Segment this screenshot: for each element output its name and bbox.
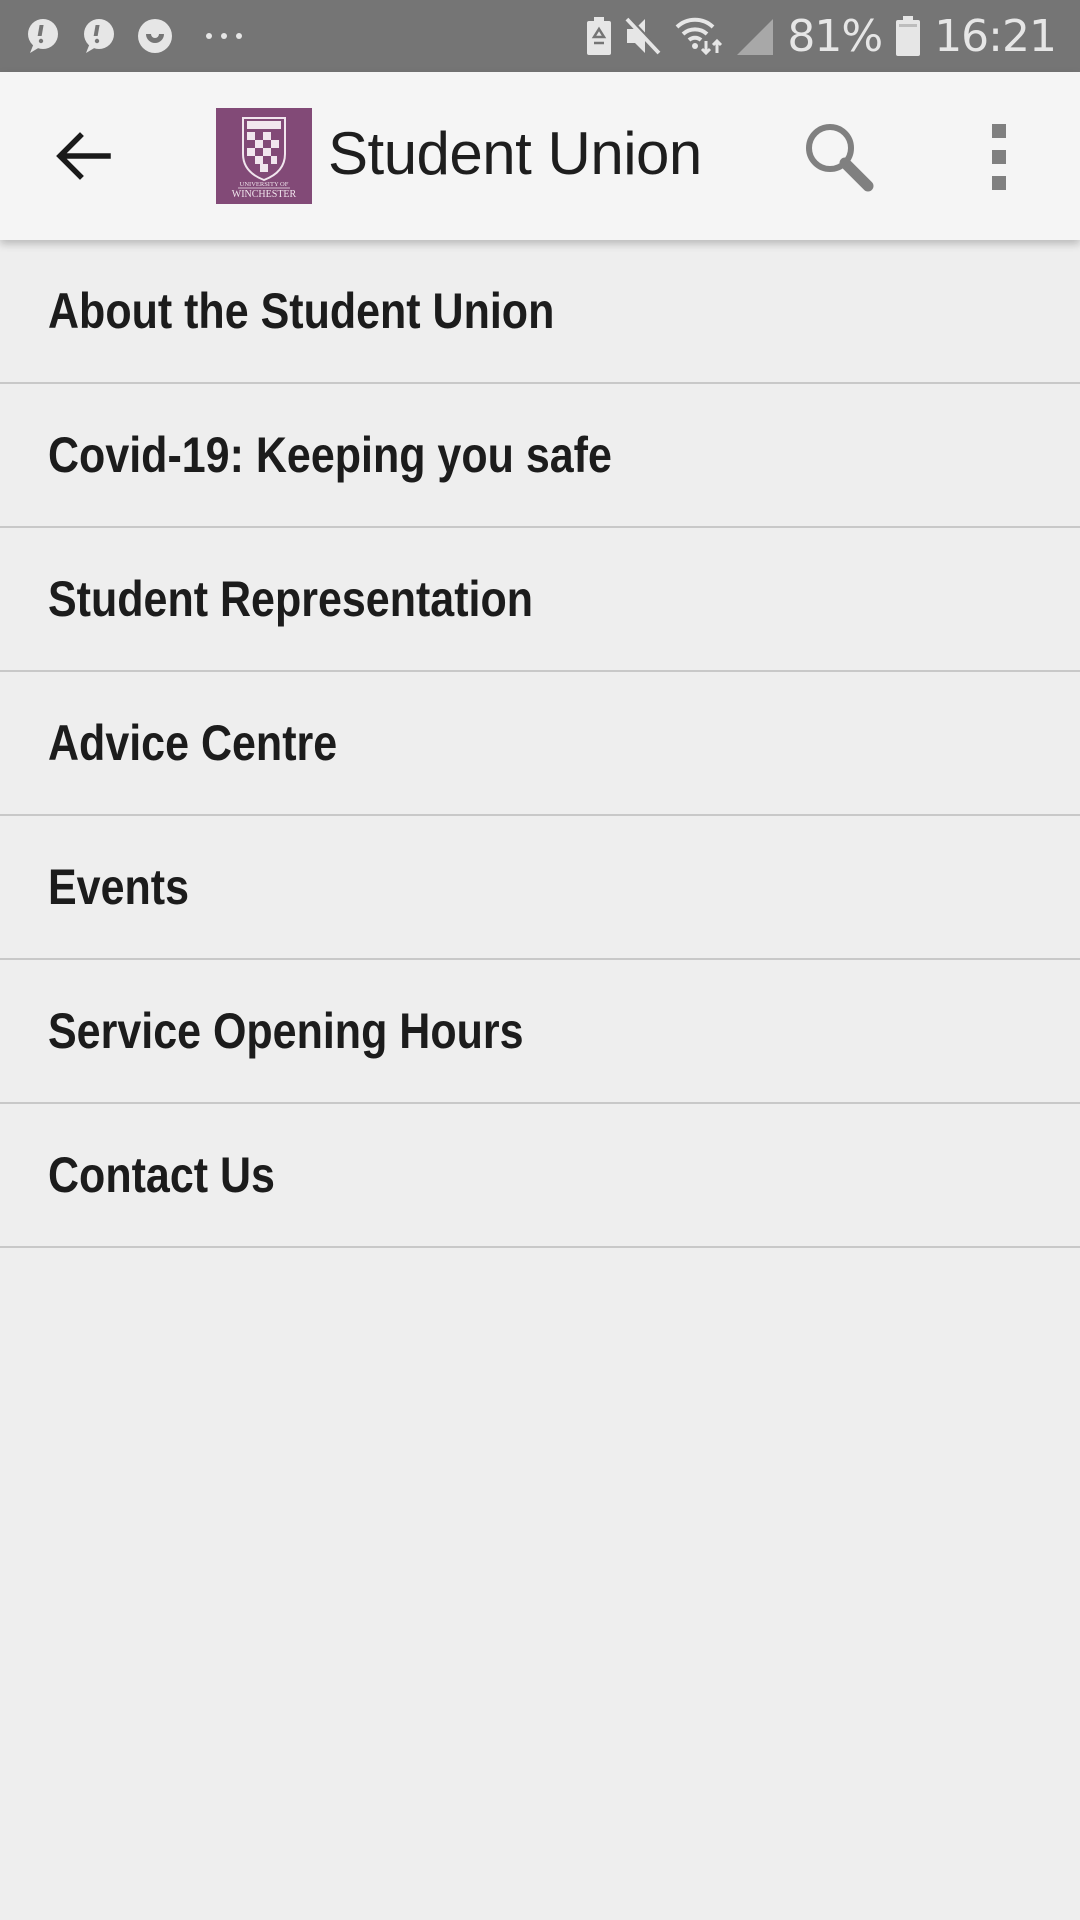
notification-icons bbox=[24, 14, 244, 58]
battery-icon bbox=[896, 16, 921, 56]
more-vert-icon[interactable] bbox=[980, 122, 1020, 192]
page-title: Student Union bbox=[328, 120, 702, 187]
menu-item-opening-hours[interactable]: Service Opening Hours bbox=[0, 960, 1080, 1104]
alert-bubble-icon bbox=[84, 19, 114, 53]
menu-item-events[interactable]: Events bbox=[0, 816, 1080, 960]
crest-icon: UNIVERSITY OF WINCHESTER bbox=[232, 117, 297, 200]
menu-item-label: Advice Centre bbox=[48, 715, 338, 771]
cell-signal-icon bbox=[737, 19, 774, 55]
menu-item-label: Covid-19: Keeping you safe bbox=[48, 427, 612, 483]
menu-item-contact[interactable]: Contact Us bbox=[0, 1104, 1080, 1248]
menu-item-representation[interactable]: Student Representation bbox=[0, 528, 1080, 672]
university-logo: UNIVERSITY OF WINCHESTER bbox=[216, 108, 312, 204]
clock: 16:21 bbox=[934, 10, 1057, 62]
app-bar: UNIVERSITY OF WINCHESTER Student Union bbox=[0, 72, 1080, 240]
battery-percent: 81% bbox=[787, 10, 883, 62]
menu-item-label: Service Opening Hours bbox=[48, 1003, 524, 1059]
battery-saver-icon bbox=[587, 17, 612, 55]
menu-item-label: Contact Us bbox=[48, 1147, 275, 1203]
menu-item-label: About the Student Union bbox=[48, 283, 555, 339]
alert-bubble-icon bbox=[28, 19, 58, 53]
menu-list: About the Student Union Covid-19: Keepin… bbox=[0, 240, 1080, 1248]
mute-icon bbox=[625, 17, 662, 55]
menu-item-covid[interactable]: Covid-19: Keeping you safe bbox=[0, 384, 1080, 528]
more-notifications-icon bbox=[206, 33, 242, 39]
search-icon[interactable] bbox=[800, 118, 880, 198]
wifi-data-icon bbox=[676, 17, 723, 55]
logo-text-top: UNIVERSITY OF bbox=[240, 181, 289, 188]
menu-item-label: Student Representation bbox=[48, 571, 533, 627]
menu-item-advice-centre[interactable]: Advice Centre bbox=[0, 672, 1080, 816]
logo-text-bottom: WINCHESTER bbox=[232, 189, 297, 200]
menu-item-label: Events bbox=[48, 859, 190, 915]
arrow-back-icon[interactable] bbox=[52, 124, 116, 188]
menu-item-about[interactable]: About the Student Union bbox=[0, 240, 1080, 384]
status-bar: 81% 16:21 bbox=[0, 0, 1080, 72]
smile-app-icon bbox=[138, 19, 172, 53]
system-status: 81% 16:21 bbox=[587, 10, 1057, 62]
